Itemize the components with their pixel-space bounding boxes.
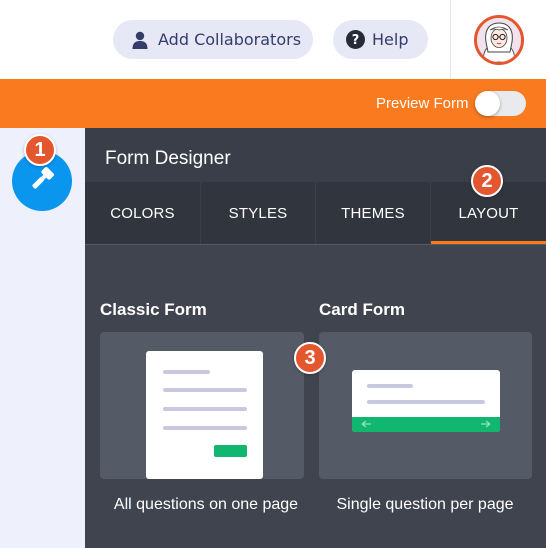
classic-form-caption: All questions on one page bbox=[113, 496, 299, 513]
preview-form-label: Preview Form bbox=[376, 95, 469, 112]
question-circle-icon: ? bbox=[345, 30, 365, 50]
add-collaborators-button[interactable]: Add Collaborators bbox=[113, 20, 313, 59]
person-icon bbox=[130, 30, 150, 50]
svg-text:?: ? bbox=[351, 33, 359, 48]
user-avatar[interactable] bbox=[474, 15, 524, 65]
callout-badge-2: 2 bbox=[471, 165, 503, 197]
callout-badge-1: 1 bbox=[24, 134, 56, 166]
panel-title: Form Designer bbox=[105, 148, 231, 169]
add-collaborators-label: Add Collaborators bbox=[158, 30, 302, 49]
tab-styles[interactable]: STYLES bbox=[200, 182, 315, 244]
card-form-card[interactable] bbox=[319, 332, 532, 479]
help-label: Help bbox=[372, 30, 409, 49]
header-divider bbox=[450, 0, 451, 79]
paint-roller-icon bbox=[27, 164, 57, 199]
tab-themes[interactable]: THEMES bbox=[315, 182, 430, 244]
classic-form-card[interactable] bbox=[100, 332, 304, 479]
classic-form-title: Classic Form bbox=[100, 300, 207, 319]
help-button[interactable]: ? Help bbox=[333, 20, 428, 59]
preview-form-toggle[interactable] bbox=[475, 91, 526, 116]
classic-form-preview bbox=[146, 351, 263, 479]
tabs-divider bbox=[85, 244, 546, 245]
top-header: Add Collaborators ? Help bbox=[0, 0, 546, 79]
card-form-preview bbox=[352, 370, 500, 432]
toggle-knob bbox=[475, 91, 500, 116]
tab-colors[interactable]: COLORS bbox=[85, 182, 200, 244]
preview-bar: Preview Form bbox=[0, 79, 546, 128]
card-form-caption: Single question per page bbox=[336, 496, 514, 513]
callout-badge-3: 3 bbox=[294, 342, 326, 374]
left-rail bbox=[0, 128, 85, 548]
card-form-title: Card Form bbox=[319, 300, 405, 319]
